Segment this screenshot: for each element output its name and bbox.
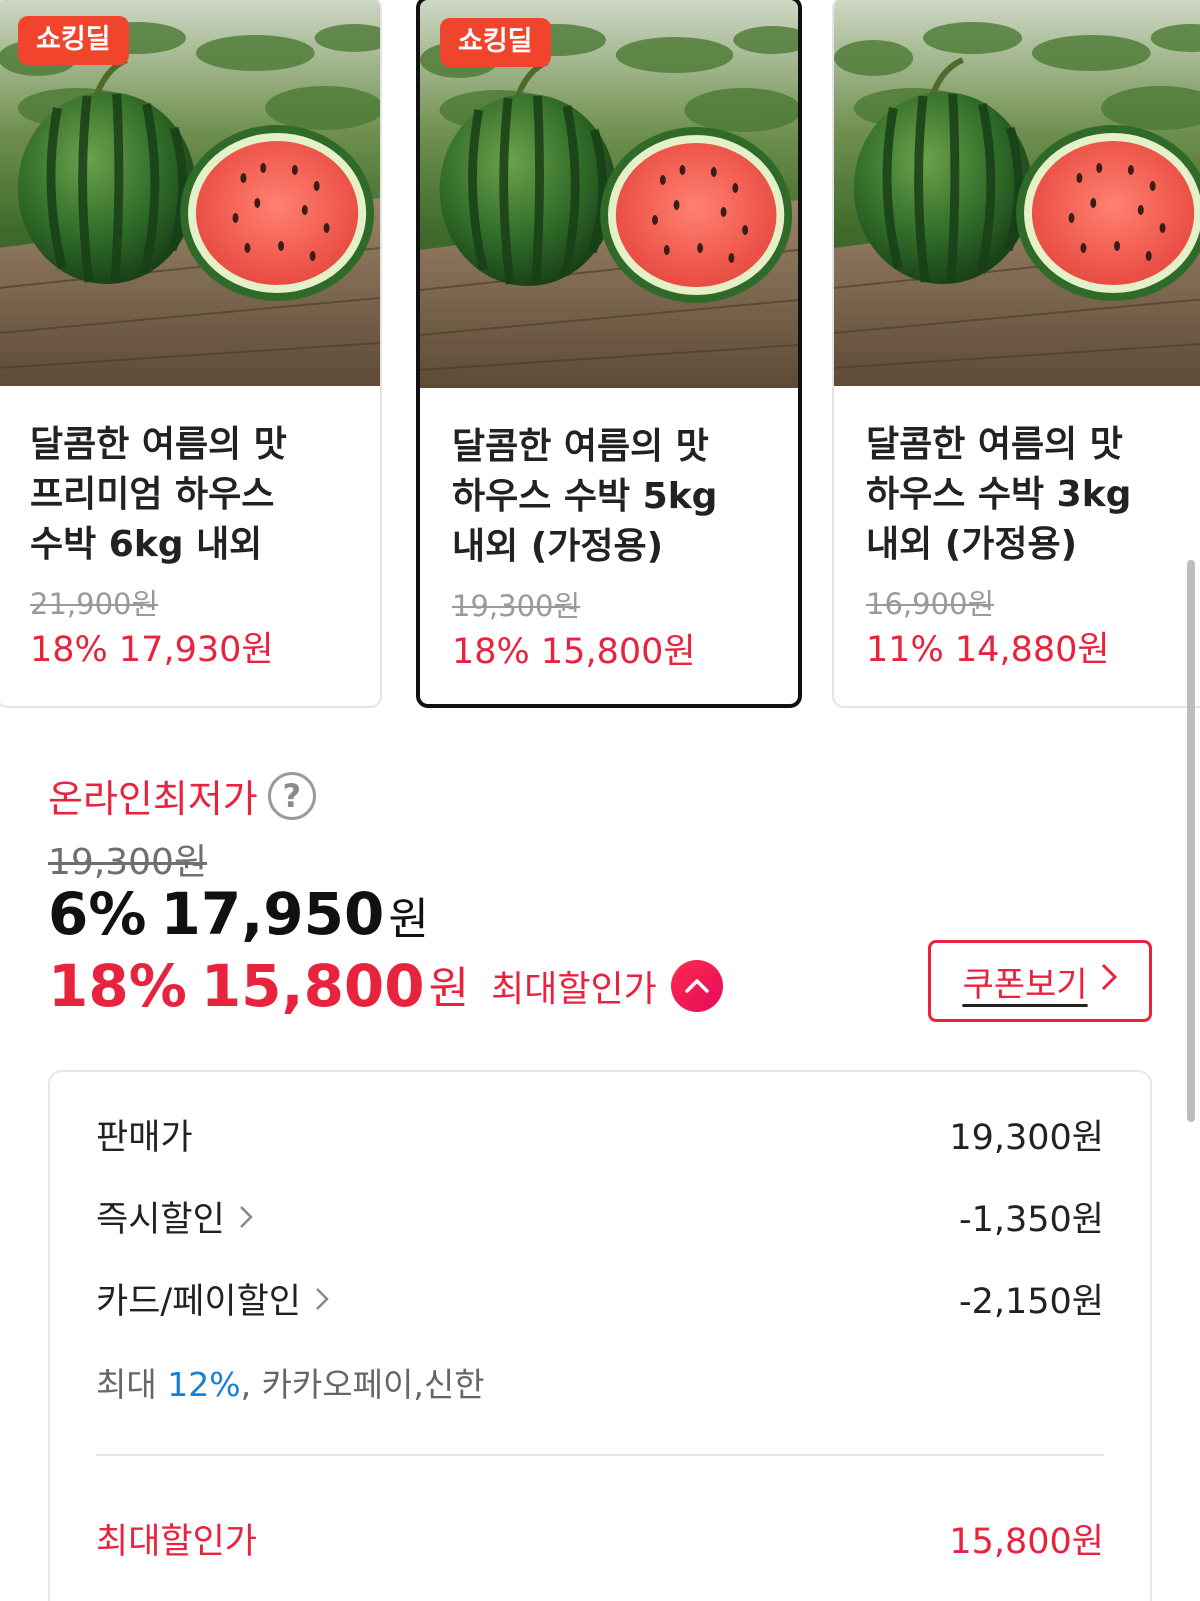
breakdown-row-total: 최대할인가 15,800원 <box>96 1520 1104 1564</box>
chevron-up-icon[interactable] <box>670 960 723 1012</box>
total-label: 최대할인가 <box>96 1522 258 1562</box>
max-discount-row: 18% 15,800 원 최대할인가 <box>48 952 723 1020</box>
product-sale-price: 11% 14,880원 <box>866 630 1110 670</box>
product-title: 달콤한 여름의 맛 프리미엄 하우스 수박 6kg 내외 <box>30 424 287 565</box>
divider <box>96 1454 1104 1456</box>
product-sale-price: 18% 15,800원 <box>452 632 696 672</box>
card-note-percent: 12% <box>167 1365 241 1404</box>
product-original-price: 21,900원 <box>30 587 159 621</box>
product-original-price: 16,900원 <box>866 587 995 621</box>
chevron-right-icon <box>239 1198 253 1242</box>
view-coupon-label: 쿠폰보기 <box>962 964 1088 1005</box>
max-discount-label: 최대할인가 <box>491 969 657 1010</box>
discount-rate: 6% <box>48 880 147 948</box>
product-card[interactable]: 쇼킹딜 달콤한 여름의 맛 프리미엄 하우스 수박 6kg 내외 21,900원… <box>0 0 382 708</box>
total-value: 15,800원 <box>949 1522 1104 1562</box>
product-detail-page: 쇼킹딜 달콤한 여름의 맛 프리미엄 하우스 수박 6kg 내외 21,900원… <box>0 0 1200 1601</box>
chevron-right-icon <box>1100 961 1118 1001</box>
product-title: 달콤한 여름의 맛 하우스 수박 3kg 내외 (가정용) <box>866 424 1132 565</box>
sale-price-label: 판매가 <box>96 1118 193 1158</box>
product-card-selected[interactable]: 쇼킹딜 달콤한 여름의 맛 하우스 수박 5kg 내외 (가정용) 19,300… <box>416 0 802 708</box>
original-price: 19,300원 <box>48 842 208 883</box>
product-title: 달콤한 여름의 맛 하우스 수박 5kg 내외 (가정용) <box>452 426 718 567</box>
discount-price-row: 6% 17,950 원 <box>48 880 429 948</box>
breakdown-row-card-discount[interactable]: 카드/페이할인 -2,150원 <box>96 1280 1104 1324</box>
breakdown-row-sale-price: 판매가 19,300원 <box>96 1116 1104 1160</box>
shocking-deal-badge: 쇼킹딜 <box>18 16 129 65</box>
card-discount-note: 최대 12%, 카카오페이,신한 <box>96 1358 485 1406</box>
discount-amount: 17,950 <box>160 880 385 948</box>
max-discount-rate: 18% <box>48 952 187 1020</box>
instant-discount-value: -1,350원 <box>958 1200 1104 1240</box>
scrollbar[interactable] <box>1187 560 1195 1122</box>
card-discount-label: 카드/페이할인 <box>96 1282 301 1322</box>
currency-unit: 원 <box>428 963 470 1014</box>
shocking-deal-badge: 쇼킹딜 <box>440 18 551 67</box>
lowest-price-row: 온라인최저가 ? <box>48 768 316 823</box>
price-breakdown-panel: 판매가 19,300원 즉시할인 -1,350원 카드/페이할인 -2,150원… <box>48 1070 1152 1601</box>
product-original-price: 19,300원 <box>452 589 581 623</box>
sale-price-value: 19,300원 <box>949 1118 1104 1158</box>
help-icon[interactable]: ? <box>267 771 316 820</box>
chevron-right-icon <box>315 1280 329 1324</box>
max-discount-amount: 15,800 <box>200 952 425 1020</box>
card-discount-value: -2,150원 <box>958 1282 1104 1322</box>
product-sale-price: 18% 17,930원 <box>30 630 274 670</box>
product-card[interactable]: 달콤한 여름의 맛 하우스 수박 3kg 내외 (가정용) 16,900원 11… <box>832 0 1200 708</box>
view-coupon-button[interactable]: 쿠폰보기 <box>928 940 1152 1022</box>
product-image: 쇼킹딜 <box>0 0 380 386</box>
card-note-suffix: , 카카오페이,신한 <box>240 1365 485 1404</box>
instant-discount-label: 즉시할인 <box>96 1200 225 1240</box>
breakdown-row-instant-discount[interactable]: 즉시할인 -1,350원 <box>96 1198 1104 1242</box>
card-note-prefix: 최대 <box>96 1365 168 1404</box>
currency-unit: 원 <box>388 894 429 945</box>
product-image: 쇼킹딜 <box>420 0 798 388</box>
product-image <box>834 0 1200 386</box>
lowest-price-label: 온라인최저가 <box>48 777 258 821</box>
